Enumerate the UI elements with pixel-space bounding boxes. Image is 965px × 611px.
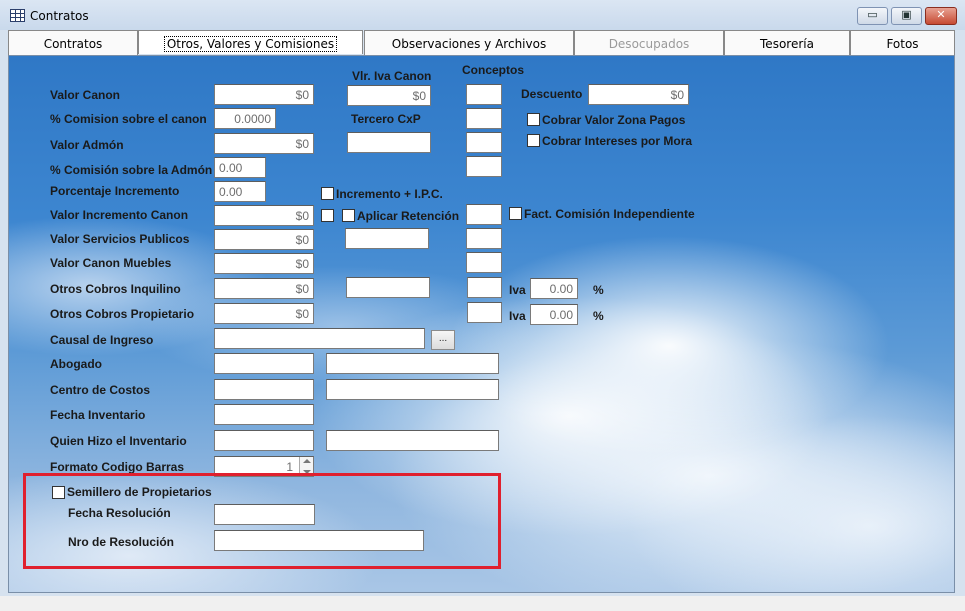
iva-inquilino-label: Iva [509,283,526,297]
valor-canon-label: Valor Canon [50,88,121,102]
valor-canon-input[interactable]: $0 [214,84,314,105]
centro-costos-code-input[interactable] [214,379,314,400]
minimize-button[interactable]: ▭ [857,7,888,25]
valor-servicios-publicos-input[interactable]: $0 [214,229,314,250]
descuento-label: Descuento [521,87,583,101]
valor-incremento-canon-input[interactable]: $0 [214,205,314,226]
fecha-inventario-label: Fecha Inventario [50,408,146,422]
tab-contratos[interactable]: Contratos [8,30,138,55]
tab-label: Contratos [43,37,103,51]
comision-canon-label: % Comision sobre el canon [50,112,207,126]
vlr-iva-canon-header: Vlr. Iva Canon [352,69,432,83]
valor-canon-muebles-input[interactable]: $0 [214,253,314,274]
window-title: Contratos [30,9,89,23]
cobrar-intereses-mora-label: Cobrar Intereses por Mora [542,134,693,148]
valor-admon-input[interactable]: $0 [214,133,314,154]
tercero-cxp-label: Tercero CxP [351,112,421,126]
concepto-servicios-input[interactable] [466,228,502,249]
valor-admon-label: Valor Admón [50,138,124,152]
quien-hizo-inventario-code-input[interactable] [214,430,314,451]
incremento-canon-checkbox[interactable] [321,209,334,222]
descuento-input[interactable]: $0 [588,84,689,105]
valor-incremento-canon-label: Valor Incremento Canon [50,208,189,222]
incremento-ipc-label: Incremento + I.P.C. [336,187,443,201]
porcentaje-incremento-input[interactable]: 0.00 [214,181,266,202]
quien-hizo-inventario-name-input[interactable] [326,430,499,451]
concepto-canon-muebles-input[interactable] [466,252,502,273]
cobrar-valor-zona-pagos-label: Cobrar Valor Zona Pagos [542,113,686,127]
cobrar-valor-zona-pagos-checkbox[interactable] [527,113,540,126]
tab-panel: Vlr. Iva Canon Conceptos Valor Canon $0 … [8,55,955,593]
concepto-otros-inquilino-input[interactable] [467,277,502,298]
otros-cobros-inquilino-tercero-input[interactable] [346,277,430,298]
centro-costos-name-input[interactable] [326,379,499,400]
concepto-otros-propietario-input[interactable] [467,302,502,323]
tercero-cxp-input[interactable] [347,132,431,153]
status-bar [0,596,965,611]
comision-admon-label: % Comisión sobre la Admón [50,163,213,177]
fecha-inventario-input[interactable] [214,404,314,425]
servicios-publicos-tercero-input[interactable] [345,228,429,249]
tab-observaciones-archivos[interactable]: Observaciones y Archivos [364,30,574,55]
tab-label: Tesorería [760,37,814,51]
porcentaje-incremento-label: Porcentaje Incremento [50,184,180,198]
close-button[interactable]: ✕ [925,7,957,25]
otros-cobros-inquilino-input[interactable]: $0 [214,278,314,299]
tab-desocupados: Desocupados [574,30,724,55]
abogado-name-input[interactable] [326,353,499,374]
iva-propietario-input[interactable]: 0.00 [530,304,578,325]
tab-label: Otros, Valores y Comisiones [163,36,338,52]
quien-hizo-inventario-label: Quien Hizo el Inventario [50,434,187,448]
concepto-admon-input[interactable] [466,132,502,153]
otros-cobros-propietario-label: Otros Cobros Propietario [50,307,195,321]
comision-canon-input[interactable]: 0.0000 [214,108,276,129]
otros-cobros-inquilino-label: Otros Cobros Inquilino [50,282,181,296]
concepto-comision-admon-input[interactable] [466,156,502,177]
concepto-comision-canon-input[interactable] [466,108,502,129]
tab-otros-valores-comisiones[interactable]: Otros, Valores y Comisiones [138,30,363,54]
vlr-iva-canon-input[interactable]: $0 [347,85,431,106]
iva-inquilino-unit: % [593,283,604,297]
iva-propietario-label: Iva [509,309,526,323]
causal-ingreso-lookup-button[interactable]: ... [431,330,455,350]
fact-comision-independiente-label: Fact. Comisión Independiente [524,207,695,221]
concepto-incremento-input[interactable] [466,204,502,225]
tab-label: Desocupados [608,37,690,51]
spin-up-icon[interactable] [303,459,311,463]
fact-comision-independiente-checkbox[interactable] [509,207,522,220]
abogado-code-input[interactable] [214,353,314,374]
centro-costos-label: Centro de Costos [50,383,151,397]
valor-canon-muebles-label: Valor Canon Muebles [50,256,172,270]
formato-codigo-barras-label: Formato Codigo Barras [50,460,185,474]
aplicar-retencion-label: Aplicar Retención [357,209,460,223]
contratos-window: Contratos ▭ ▣ ✕ Contratos Otros, Valores… [0,0,965,611]
conceptos-header: Conceptos [462,63,525,77]
semillero-highlight-box [23,473,501,569]
maximize-button[interactable]: ▣ [891,7,922,25]
title-bar: Contratos ▭ ▣ ✕ [0,0,965,30]
abogado-label: Abogado [50,357,102,371]
aplicar-retencion-checkbox[interactable] [342,209,355,222]
causal-ingreso-input[interactable] [214,328,425,349]
causal-ingreso-label: Causal de Ingreso [50,333,154,347]
tab-tesoreria[interactable]: Tesorería [724,30,850,55]
otros-cobros-propietario-input[interactable]: $0 [214,303,314,324]
tab-bar: Contratos Otros, Valores y Comisiones Ob… [8,30,955,55]
iva-propietario-unit: % [593,309,604,323]
cobrar-intereses-mora-checkbox[interactable] [527,134,540,147]
tab-label: Fotos [886,37,919,51]
tab-fotos[interactable]: Fotos [850,30,955,55]
iva-inquilino-input[interactable]: 0.00 [530,278,578,299]
comision-admon-input[interactable]: 0.00 [214,157,266,178]
tab-label: Observaciones y Archivos [391,37,547,51]
table-icon [10,9,25,22]
incremento-ipc-checkbox[interactable] [321,187,334,200]
valor-servicios-publicos-label: Valor Servicios Publicos [50,232,190,246]
concepto-canon-input[interactable] [466,84,502,105]
